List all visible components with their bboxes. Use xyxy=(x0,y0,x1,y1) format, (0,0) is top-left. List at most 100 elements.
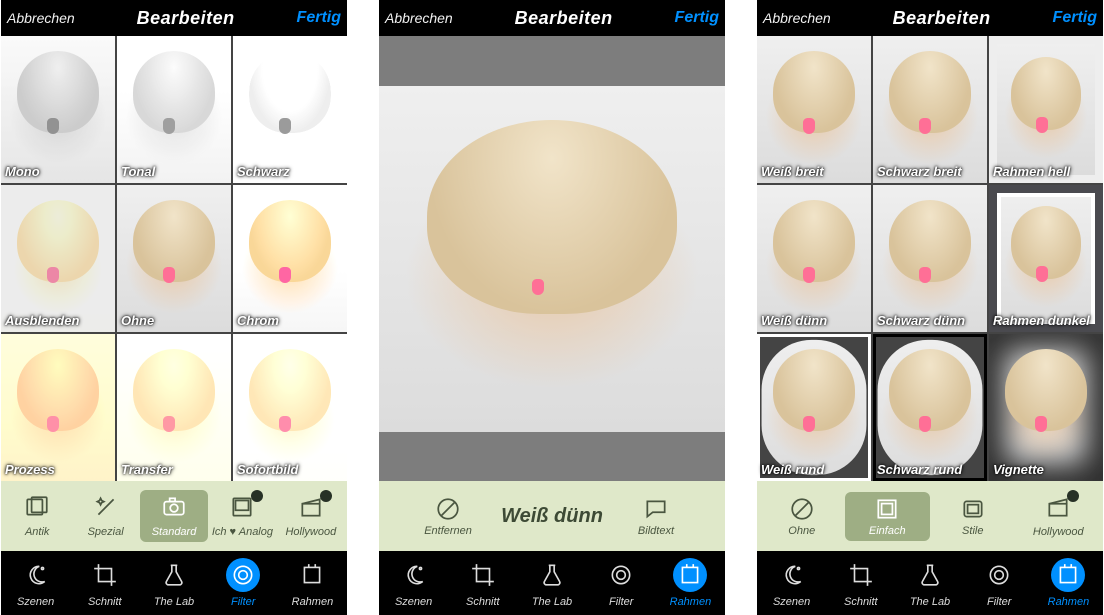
done-button[interactable]: Fertig xyxy=(1053,9,1097,27)
remove-button[interactable]: Entfernen xyxy=(395,492,501,541)
frame-label: Schwarz dünn xyxy=(877,313,983,328)
frame-grid: Weiß breit Schwarz breit Rahmen hell Wei… xyxy=(757,36,1103,481)
nav-thelab[interactable]: The Lab xyxy=(895,551,964,615)
film-stack-icon xyxy=(24,494,50,523)
nav-label: The Lab xyxy=(154,596,194,608)
nav-label: Schnitt xyxy=(88,596,122,608)
cat-ohne[interactable]: Ohne xyxy=(759,492,845,541)
done-button[interactable]: Fertig xyxy=(297,9,341,27)
nav-szenen[interactable]: Szenen xyxy=(1,551,70,615)
nav-label: Filter xyxy=(987,596,1011,608)
cancel-button[interactable]: Abbrechen xyxy=(763,10,831,26)
filter-thumb[interactable]: Tonal xyxy=(117,36,231,183)
frame-thumb[interactable]: Schwarz dünn xyxy=(873,185,987,332)
nav-schnitt[interactable]: Schnitt xyxy=(70,551,139,615)
image-stage[interactable] xyxy=(379,36,725,481)
nav-szenen[interactable]: Szenen xyxy=(757,551,826,615)
frame-label: Rahmen dunkel xyxy=(993,313,1099,328)
nav-thelab[interactable]: The Lab xyxy=(139,551,208,615)
frame-thumb[interactable]: Weiß dünn xyxy=(757,185,871,332)
cat-label: Stile xyxy=(962,525,983,537)
nav-label: The Lab xyxy=(910,596,950,608)
filter-label: Ausblenden xyxy=(5,313,111,328)
flask-icon xyxy=(539,562,565,588)
filter-thumb[interactable]: Ausblenden xyxy=(1,185,115,332)
filter-grid: Mono Tonal Schwarz Ausblenden Ohne Chrom… xyxy=(1,36,347,481)
frame-thumb[interactable]: Rahmen dunkel xyxy=(989,185,1103,332)
nav-label: Szenen xyxy=(773,596,810,608)
cancel-button[interactable]: Abbrechen xyxy=(7,10,75,26)
cat-einfach[interactable]: Einfach xyxy=(845,492,931,541)
filter-thumb[interactable]: Transfer xyxy=(117,334,231,481)
frame-icon xyxy=(677,562,703,588)
frame-thumb[interactable]: Weiß breit xyxy=(757,36,871,183)
flask-icon xyxy=(917,562,943,588)
lens-icon xyxy=(986,562,1012,588)
frame-thumb[interactable]: Weiß rund xyxy=(757,334,871,481)
frame-label: Schwarz breit xyxy=(877,164,983,179)
polaroid-icon xyxy=(229,494,255,523)
nav-label: The Lab xyxy=(532,596,572,608)
clapper-icon xyxy=(298,494,324,523)
nav-filter[interactable]: Filter xyxy=(209,551,278,615)
filter-label: Tonal xyxy=(121,164,227,179)
frame-thumb[interactable]: Schwarz breit xyxy=(873,36,987,183)
nav-label: Szenen xyxy=(17,596,54,608)
frame-label: Weiß dünn xyxy=(761,313,867,328)
nav-schnitt[interactable]: Schnitt xyxy=(826,551,895,615)
cat-analog[interactable]: Ich ♥ Analog xyxy=(208,490,276,542)
frame-icon xyxy=(299,562,325,588)
speech-icon xyxy=(643,496,669,522)
nav-rahmen[interactable]: Rahmen xyxy=(278,551,347,615)
filter-thumb[interactable]: Sofortbild xyxy=(233,334,347,481)
cancel-button[interactable]: Abbrechen xyxy=(385,10,453,26)
frame-label: Weiß breit xyxy=(761,164,867,179)
camera-icon xyxy=(161,494,187,523)
nav-filter[interactable]: Filter xyxy=(965,551,1034,615)
filter-thumb[interactable]: Schwarz xyxy=(233,36,347,183)
nav-rahmen[interactable]: Rahmen xyxy=(656,551,725,615)
caption-label: Bildtext xyxy=(638,525,674,537)
bottom-nav: Szenen Schnitt The Lab Filter Rahmen xyxy=(1,551,347,615)
bottom-nav: Szenen Schnitt The Lab Filter Rahmen xyxy=(757,551,1103,615)
nav-filter[interactable]: Filter xyxy=(587,551,656,615)
forbidden-icon xyxy=(435,496,461,522)
lens-icon xyxy=(608,562,634,588)
screen-stage: Abbrechen Bearbeiten Fertig Entfernen We… xyxy=(379,0,725,615)
crop-icon xyxy=(848,562,874,588)
nav-szenen[interactable]: Szenen xyxy=(379,551,448,615)
cat-antik[interactable]: Antik xyxy=(3,490,71,542)
frame-thumb[interactable]: Schwarz rund xyxy=(873,334,987,481)
moon-stars-icon xyxy=(779,562,805,588)
filter-thumb[interactable]: Ohne xyxy=(117,185,231,332)
cat-standard[interactable]: Standard xyxy=(140,490,208,542)
frame-thumb[interactable]: Vignette xyxy=(989,334,1103,481)
header: Abbrechen Bearbeiten Fertig xyxy=(1,0,347,36)
frame-icon xyxy=(1055,562,1081,588)
filter-label: Mono xyxy=(5,164,111,179)
filter-thumb[interactable]: Prozess xyxy=(1,334,115,481)
cat-hollywood[interactable]: Hollywood xyxy=(1016,490,1102,542)
main-image xyxy=(379,86,725,432)
frame-thumb[interactable]: Rahmen hell xyxy=(989,36,1103,183)
stage-action-strip: Entfernen Weiß dünn Bildtext xyxy=(379,481,725,551)
caption-button[interactable]: Bildtext xyxy=(603,492,709,541)
filter-label: Transfer xyxy=(121,462,227,477)
clapper-icon xyxy=(1045,494,1071,523)
nav-thelab[interactable]: The Lab xyxy=(517,551,586,615)
moon-stars-icon xyxy=(401,562,427,588)
cat-spezial[interactable]: Spezial xyxy=(71,490,139,542)
header-title: Bearbeiten xyxy=(515,8,613,29)
lens-icon xyxy=(230,562,256,588)
filter-thumb[interactable]: Chrom xyxy=(233,185,347,332)
crop-icon xyxy=(470,562,496,588)
done-button[interactable]: Fertig xyxy=(675,9,719,27)
nav-schnitt[interactable]: Schnitt xyxy=(448,551,517,615)
cat-stile[interactable]: Stile xyxy=(930,492,1016,541)
nav-rahmen[interactable]: Rahmen xyxy=(1034,551,1103,615)
frame-label: Weiß rund xyxy=(761,462,867,477)
cat-hollywood[interactable]: Hollywood xyxy=(277,490,345,542)
nav-label: Filter xyxy=(609,596,633,608)
header-title: Bearbeiten xyxy=(893,8,991,29)
filter-thumb[interactable]: Mono xyxy=(1,36,115,183)
